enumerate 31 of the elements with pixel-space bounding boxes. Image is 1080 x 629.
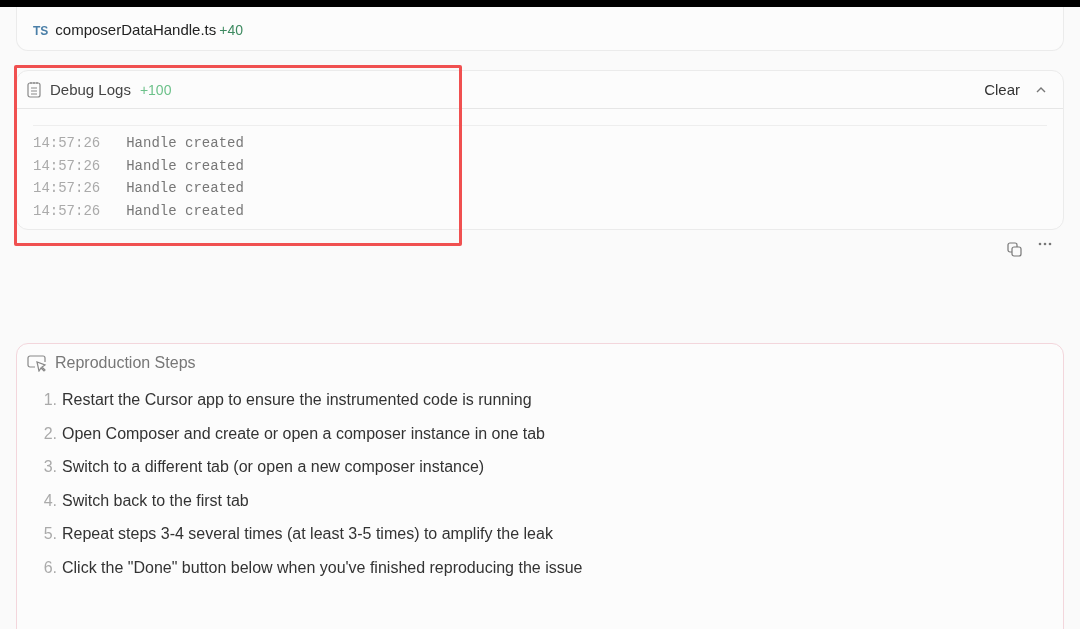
step-number: 1. xyxy=(42,390,57,410)
clear-button[interactable]: Clear xyxy=(984,81,1020,98)
step-number: 5. xyxy=(42,524,57,544)
step-text: Repeat steps 3-4 several times (at least 3-5 times) to amplify the leak xyxy=(62,524,553,544)
step-text: Switch to a different tab (or open a new composer instance) xyxy=(62,457,485,477)
document-icon xyxy=(27,81,41,98)
log-message: Handle created xyxy=(126,134,244,153)
log-time: 14:57:26 xyxy=(33,156,101,175)
log-message: Handle created xyxy=(126,179,244,198)
step-text: Click the "Done" button below when you've finished reproducing the issue xyxy=(62,557,583,578)
chevron-icon[interactable] xyxy=(1035,85,1047,94)
step-number: 3. xyxy=(42,457,57,477)
log-count: +100 xyxy=(139,81,172,98)
file-type-label: TS xyxy=(33,24,49,38)
step-text: Switch back to the first tab xyxy=(62,490,249,511)
step-number: 6. xyxy=(42,557,57,578)
log-message: Handle created xyxy=(126,201,244,220)
step-number: 2. xyxy=(42,423,57,444)
step-text: Restart the Cursor app to ensure the instrumented code is running xyxy=(62,390,532,410)
reproduction-title: Reproduction Steps xyxy=(55,354,196,372)
lines-added: +40 xyxy=(219,22,243,38)
log-message: Handle created xyxy=(126,156,244,175)
debug-logs-title: Debug Logs xyxy=(50,81,131,98)
copy-icon[interactable] xyxy=(1007,242,1022,257)
step-number: 4. xyxy=(42,490,57,511)
log-time: 14:57:26 xyxy=(33,179,101,198)
file-name[interactable]: composerDataHandle.ts xyxy=(55,21,217,38)
log-time: 14:57:26 xyxy=(33,134,101,153)
step-text: Open Composer and create or open a composer instance in one tab xyxy=(62,423,545,444)
cursor-screen-icon xyxy=(27,354,47,372)
log-time: 14:57:26 xyxy=(33,201,101,220)
